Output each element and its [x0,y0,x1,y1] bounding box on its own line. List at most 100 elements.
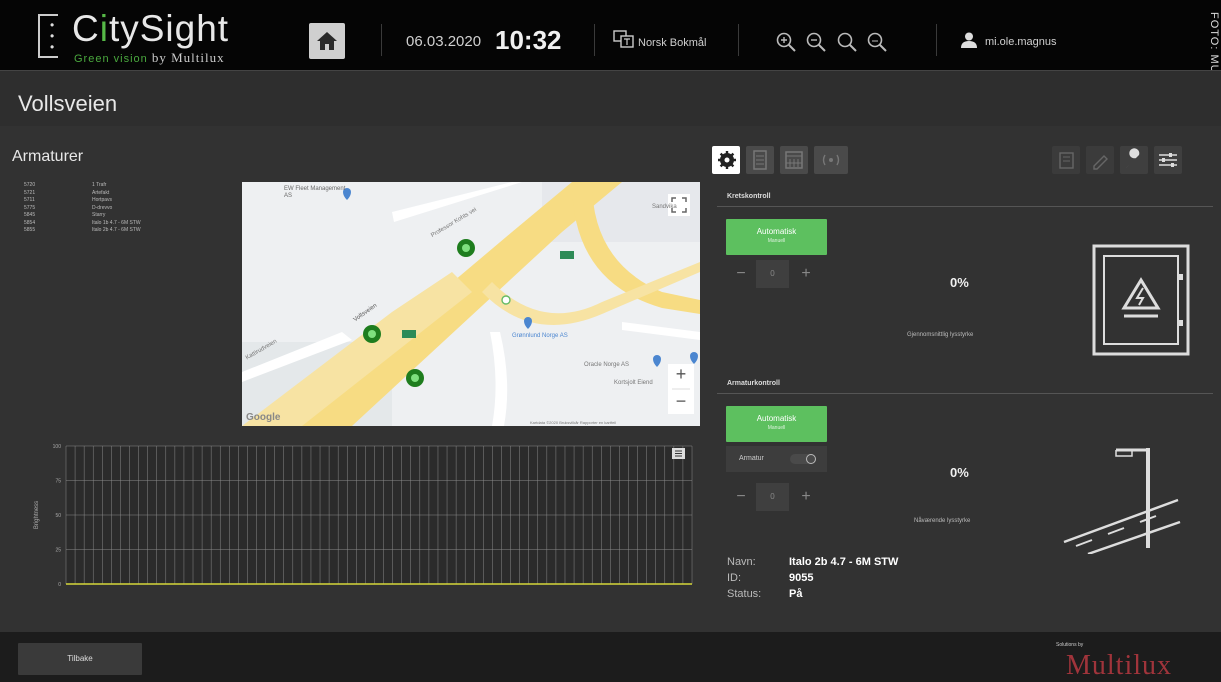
fixture-name: Starry [92,212,106,218]
fixture-brightness-value: 0% [950,465,969,480]
fixture-id: 5775 [24,204,36,211]
list-item[interactable]: 5854 Italo 1b 4.7 - 6M STW [24,220,224,228]
increase-button[interactable]: + [791,260,821,288]
zoom-out-icon[interactable] [805,31,827,53]
edit-icon [1093,155,1108,170]
zoom-reset-icon[interactable] [836,31,858,53]
fixture-brightness-caption: Nåværende lysstyrke [914,518,971,524]
list-item[interactable]: 5711 Hortpavs [24,197,224,205]
y-tick-label: 75 [55,479,61,485]
home-icon [317,32,337,50]
circuit-auto-button[interactable]: Automatisk Manuell [726,219,827,255]
back-button[interactable]: Tilbake [18,643,142,675]
fixture-marker-icon[interactable] [406,369,424,387]
y-tick-label: 25 [55,548,61,554]
circuit-brightness-caption: Gjennomsnittlig lysstyrke [907,332,974,338]
fixture-name: Hortpavs [92,197,113,203]
y-tick-label: 100 [53,444,62,450]
current-date: 06.03.2020 [406,33,482,50]
fixture-id: 5855 [24,227,36,233]
y-tick-label: 50 [55,513,61,519]
status-label: Status: [727,588,762,600]
divider [594,24,595,56]
settings-button[interactable] [1154,146,1182,174]
list-item[interactable]: 5721 Artefakt [24,190,224,198]
list-item[interactable]: 5720 1 Trafr [24,182,224,190]
auto-label: Automatisk [756,227,797,236]
fixture-marker-icon[interactable] [363,325,381,343]
toggle-knob-icon [806,454,816,464]
tab-document[interactable] [746,146,774,174]
divider [936,24,937,56]
google-logo: Google [246,412,281,423]
map-label: EW Fleet Management AS [284,186,346,199]
tab-signal[interactable] [814,146,848,174]
user-name[interactable]: mi.ole.magnus [985,36,1057,48]
tab-control[interactable] [712,146,740,174]
fixture-id-value: 9055 [789,572,814,584]
footer: Tilbake Solutions by Multilux [0,632,1221,682]
panel-tools [1052,146,1212,176]
road-badge-icon [560,251,574,259]
wrench-icon [1126,148,1140,168]
y-axis-label: Brightness [34,501,40,529]
manual-sublabel: Manuell [767,238,786,244]
fixture-name: Italo 1b 4.7 - 6M STW [92,219,141,226]
language-selector[interactable]: Norsk Bokmål [638,37,706,49]
stepper-value[interactable]: 0 [756,483,789,511]
user-icon[interactable] [960,31,978,49]
fixture-list: 5720 1 Trafr 5721 Artefakt 5711 Hortpavs 57… [24,182,224,235]
map-zoom-out-button[interactable]: − [668,389,694,414]
multilux-logo: Multilux [1066,650,1173,681]
fixtures-title: Armaturer [12,148,84,165]
zoom-in-icon[interactable] [775,31,797,53]
map-view[interactable]: EW Fleet Management AS Professor Kohts v… [242,182,700,426]
tab-calendar[interactable] [780,146,808,174]
divider [717,206,1213,207]
map-zoom-in-button[interactable]: + [668,362,694,387]
fixture-id: 5720 [24,182,36,188]
page-header: Vollsveien [0,70,1221,126]
top-bar: • • • CitySight Green vision by Multilux 0… [0,0,1221,70]
edit-button[interactable] [1086,146,1114,174]
zoom-fit-icon[interactable] [866,31,888,53]
fixture-toggle-row[interactable]: Armatur [726,446,827,472]
logo-mark-icon [38,14,58,58]
map-attribution[interactable]: Kartdata ©2020 Bruksvilkår Rapporter en … [530,420,616,425]
fixture-name: 1 Trafr [92,182,107,188]
brightness-chart: 100 75 50 25 0 Brightness [28,441,698,626]
document-icon [753,150,767,170]
increase-button[interactable]: + [791,483,821,511]
sliders-icon [1159,153,1177,167]
chart-menu-icon[interactable] [672,448,685,459]
list-item[interactable]: 5775 D-drevvo [24,205,224,213]
decrease-button[interactable]: − [726,260,756,288]
fixture-toggle-label: Armatur [739,455,764,462]
auto-label: Automatisk [756,414,797,423]
signal-icon [822,154,840,166]
fixture-marker-icon[interactable] [457,239,475,257]
panel-tabs [712,146,892,176]
list-item[interactable]: 5855 Italo 2b 4.7 - 6M STW [24,227,224,235]
y-tick-label: 0 [58,582,61,588]
fixture-auto-button[interactable]: Automatisk Manuell [726,406,827,442]
home-button[interactable] [309,23,345,59]
logo-tagline: Green vision by Multilux [74,50,225,65]
id-label: ID: [727,572,742,584]
map-label: Sandvika [652,204,677,210]
decrease-button[interactable]: − [726,483,756,511]
citysight-logo[interactable]: • • • CitySight Green vision by Multilux [38,8,248,66]
fixture-stepper: − 0 + [726,483,821,511]
fixture-id: 5711 [24,197,35,203]
maintenance-button[interactable] [1120,146,1148,174]
stepper-value[interactable]: 0 [756,260,789,288]
export-button[interactable] [1052,146,1080,174]
list-item[interactable]: 5845 Starry [24,212,224,220]
calendar-icon [785,151,803,169]
fixture-status-value: På [789,588,803,600]
brand-by: Solutions by [1056,642,1084,648]
export-icon [1059,152,1074,169]
language-icon[interactable] [613,30,635,48]
fixture-id: 5845 [24,212,36,218]
page-title: Vollsveien [18,91,118,116]
